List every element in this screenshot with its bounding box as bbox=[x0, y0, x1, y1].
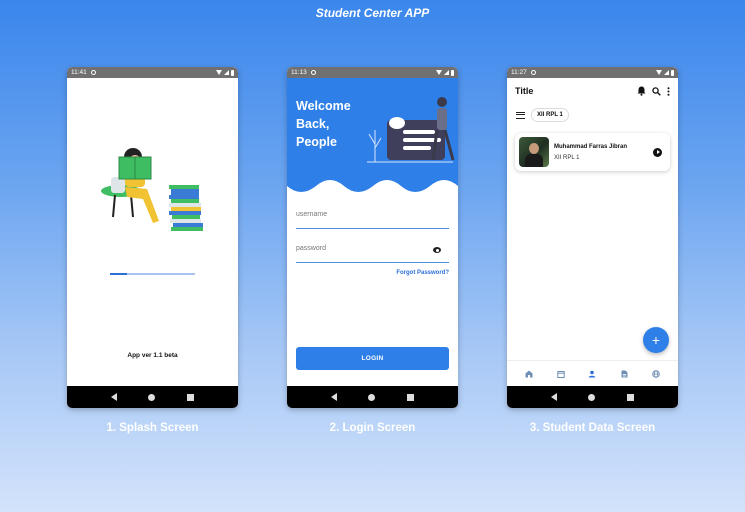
bottom-navigation bbox=[507, 360, 678, 386]
welcome-line-1: Welcome bbox=[296, 99, 351, 113]
reading-illustration bbox=[97, 117, 209, 237]
password-field[interactable]: password bbox=[296, 241, 449, 263]
more-vert-icon[interactable] bbox=[667, 86, 670, 96]
menu-icon[interactable] bbox=[516, 111, 525, 119]
username-field[interactable]: username bbox=[296, 207, 449, 229]
battery-icon bbox=[451, 69, 454, 76]
student-data-caption: 3. Student Data Screen bbox=[529, 422, 656, 434]
welcome-line-3: People bbox=[296, 135, 337, 149]
forgot-password-link[interactable]: Forgot Password? bbox=[396, 270, 449, 276]
filter-row: XII RPL 1 bbox=[516, 108, 569, 122]
login-caption: 2. Login Screen bbox=[329, 422, 416, 434]
student-name: Muhammad Farras Jibran bbox=[554, 143, 628, 150]
notification-icon bbox=[90, 70, 96, 75]
status-bar: 11:13 bbox=[287, 67, 458, 78]
username-placeholder: username bbox=[296, 211, 328, 218]
document-icon[interactable] bbox=[617, 367, 631, 381]
status-bar: 11:41 bbox=[67, 67, 238, 78]
system-nav-bar bbox=[67, 386, 238, 408]
student-card[interactable]: Muhammad Farras Jibran XII RPL 1 bbox=[515, 133, 670, 171]
splash-caption: 1. Splash Screen bbox=[106, 422, 199, 434]
back-nav-icon[interactable] bbox=[330, 393, 337, 401]
bell-icon[interactable] bbox=[637, 86, 646, 96]
student-avatar bbox=[519, 137, 549, 167]
signal-icon bbox=[224, 70, 229, 75]
calendar-icon[interactable] bbox=[554, 367, 568, 381]
welcome-heading: Welcome Back, People bbox=[296, 97, 351, 151]
person-icon[interactable] bbox=[585, 367, 599, 381]
signal-icon bbox=[444, 70, 449, 75]
system-nav-bar bbox=[287, 386, 458, 408]
app-version-label: App ver 1.1 beta bbox=[127, 352, 178, 359]
play-icon[interactable] bbox=[653, 147, 662, 157]
back-nav-icon[interactable] bbox=[550, 393, 557, 401]
status-time: 11:13 bbox=[291, 69, 307, 76]
home-nav-icon[interactable] bbox=[588, 393, 596, 401]
search-icon[interactable] bbox=[652, 86, 661, 96]
battery-icon bbox=[671, 69, 674, 76]
wifi-icon bbox=[216, 70, 222, 75]
recents-nav-icon[interactable] bbox=[187, 393, 195, 401]
loading-progress-bar bbox=[110, 273, 195, 275]
notification-icon bbox=[530, 70, 536, 75]
system-nav-bar bbox=[507, 386, 678, 408]
splash-screen-phone: 11:41 App ver 1.1 beta bbox=[67, 67, 238, 408]
home-nav-icon[interactable] bbox=[368, 393, 376, 401]
signal-icon bbox=[664, 70, 669, 75]
home-icon[interactable] bbox=[522, 367, 536, 381]
welcome-line-2: Back, bbox=[296, 117, 330, 131]
app-bar: Title bbox=[507, 78, 678, 104]
loading-progress-fill bbox=[110, 273, 127, 275]
battery-icon bbox=[231, 69, 234, 76]
recents-nav-icon[interactable] bbox=[627, 393, 635, 401]
login-button[interactable]: LOGIN bbox=[296, 347, 449, 370]
eye-icon[interactable] bbox=[433, 247, 441, 253]
student-class: XII RPL 1 bbox=[554, 154, 580, 161]
student-data-screen-phone: 11:27 Title XII RPL 1 Muhammad Farras Ji… bbox=[507, 67, 678, 408]
wifi-icon bbox=[656, 70, 662, 75]
class-filter-chip[interactable]: XII RPL 1 bbox=[531, 108, 569, 122]
status-bar: 11:27 bbox=[507, 67, 678, 78]
login-screen-phone: 11:13 Welcome Back, People username pass bbox=[287, 67, 458, 408]
home-nav-icon[interactable] bbox=[148, 393, 156, 401]
status-time: 11:41 bbox=[71, 69, 87, 76]
screen-title: Title bbox=[515, 86, 534, 96]
notification-icon bbox=[310, 70, 316, 75]
globe-icon[interactable] bbox=[649, 367, 663, 381]
add-student-fab[interactable]: + bbox=[643, 327, 669, 353]
status-time: 11:27 bbox=[511, 69, 527, 76]
app-title: Student Center APP bbox=[315, 6, 430, 20]
recents-nav-icon[interactable] bbox=[407, 393, 415, 401]
wifi-icon bbox=[436, 70, 442, 75]
password-placeholder: password bbox=[296, 245, 326, 252]
back-nav-icon[interactable] bbox=[110, 393, 117, 401]
